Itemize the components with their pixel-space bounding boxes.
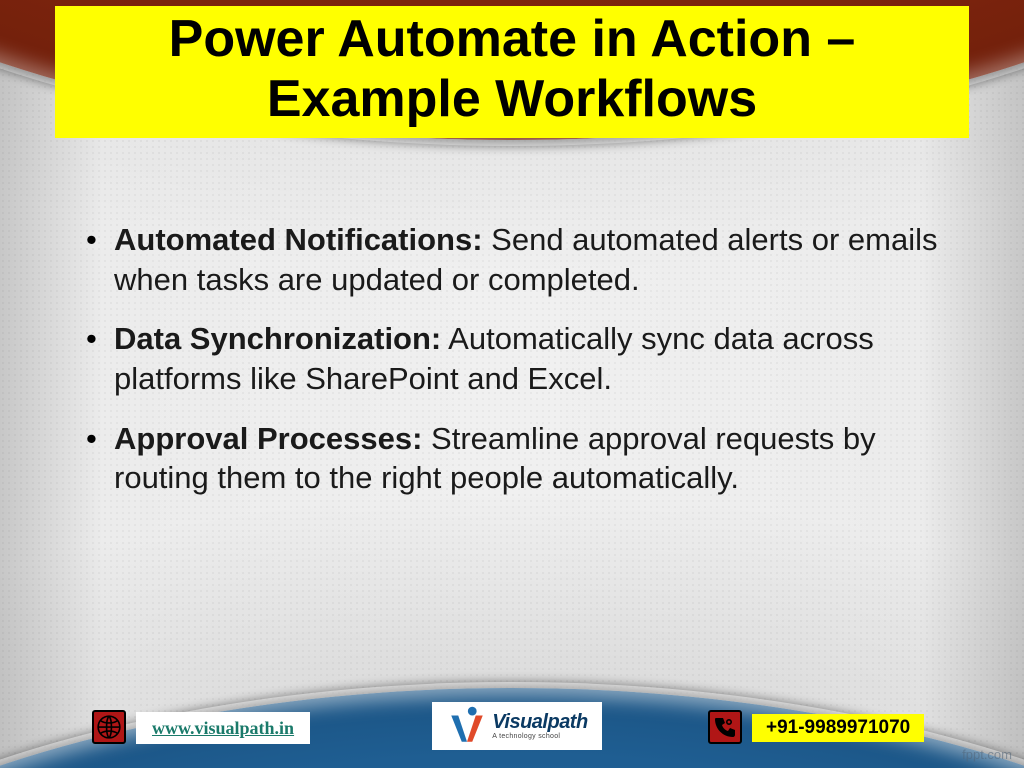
bullet-bold: Data Synchronization: (114, 321, 441, 356)
phone-number: +91-9989971070 (766, 717, 910, 739)
content-area: Automated Notifications: Send automated … (80, 220, 960, 518)
slide-title: Power Automate in Action – Example Workf… (65, 10, 959, 130)
footer: www.visualpath.in Visualpath A technolog… (0, 700, 1024, 750)
logo-sub: A technology school (492, 732, 587, 740)
watermark: fppt.com (962, 747, 1012, 762)
list-item: Data Synchronization: Automatically sync… (80, 319, 960, 398)
website-link[interactable]: www.visualpath.in (152, 718, 294, 739)
url-box: www.visualpath.in (136, 712, 310, 744)
phone-icon (708, 710, 742, 744)
list-item: Automated Notifications: Send automated … (80, 220, 960, 299)
title-box: Power Automate in Action – Example Workf… (55, 6, 969, 138)
logo-box: Visualpath A technology school (432, 702, 602, 750)
list-item: Approval Processes: Streamline approval … (80, 419, 960, 498)
bullet-bold: Automated Notifications: (114, 222, 483, 257)
globe-icon (92, 710, 126, 744)
bullet-bold: Approval Processes: (114, 421, 422, 456)
visualpath-logo-icon (446, 705, 488, 747)
logo-text: Visualpath A technology school (492, 712, 587, 740)
logo-main: Visualpath (492, 712, 587, 732)
slide: Power Automate in Action – Example Workf… (0, 0, 1024, 768)
bullet-list: Automated Notifications: Send automated … (80, 220, 960, 498)
phone-box: +91-9989971070 (752, 714, 924, 742)
